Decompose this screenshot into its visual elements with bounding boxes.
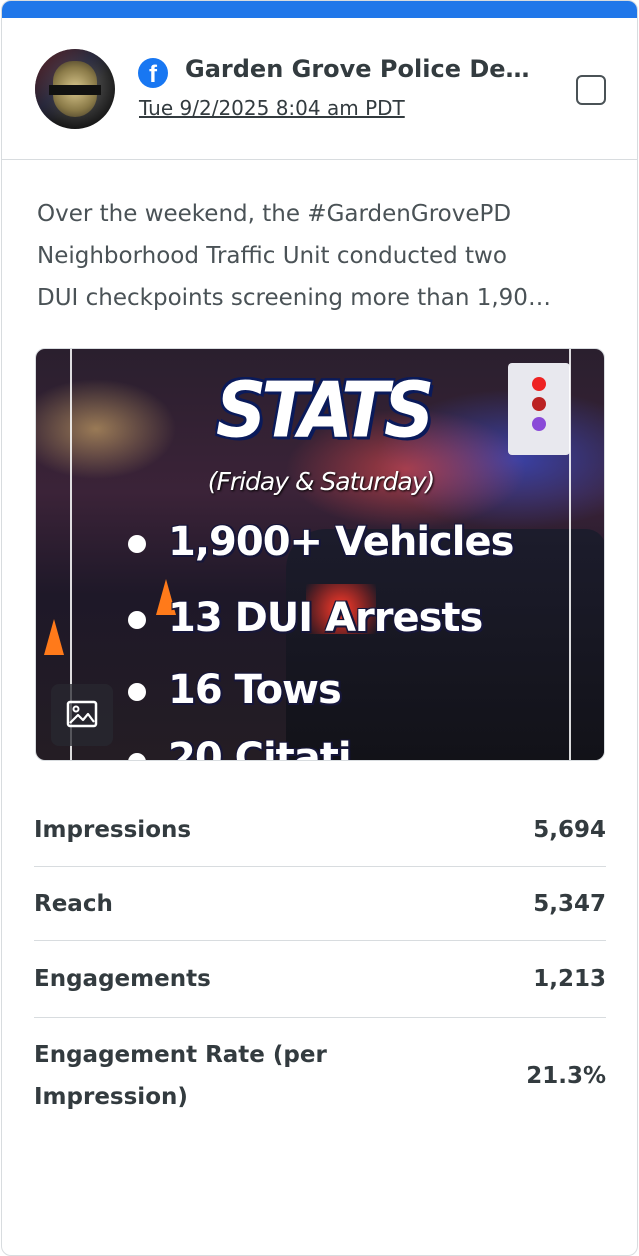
facebook-icon: f xyxy=(138,58,168,88)
media-type-badge xyxy=(51,684,113,746)
image-stat-line: 1,900+ Vehicles xyxy=(168,519,514,565)
traffic-cone xyxy=(44,619,64,655)
image-stat-line: 20 Citati xyxy=(168,735,352,761)
bullet xyxy=(128,611,146,629)
bullet xyxy=(128,753,146,760)
post-metrics: Impressions 5,694 Reach 5,347 Engagement… xyxy=(34,793,606,1134)
metric-row-engagement-rate: Engagement Rate (per Impression) 21.3% xyxy=(34,1018,606,1134)
caption-line: DUI checkpoints screening more than 1,90… xyxy=(37,285,551,311)
image-icon xyxy=(66,700,98,728)
image-stat-line: 16 Tows xyxy=(168,667,342,713)
metric-row-impressions: Impressions 5,694 xyxy=(34,793,606,867)
bullet xyxy=(128,535,146,553)
caption-line: Neighborhood Traffic Unit conducted two xyxy=(37,243,507,269)
metric-value: 5,694 xyxy=(533,816,606,843)
frame-line xyxy=(569,349,571,760)
metric-label: Reach xyxy=(34,890,113,917)
metric-row-reach: Reach 5,347 xyxy=(34,867,606,941)
bullet xyxy=(128,683,146,701)
select-post-checkbox[interactable] xyxy=(576,75,606,105)
metric-label: Impressions xyxy=(34,816,192,843)
image-subtitle: (Friday & Saturday) xyxy=(207,467,436,496)
post-timestamp-link[interactable]: Tue 9/2/2025 8:04 am PDT xyxy=(139,96,405,120)
post-image[interactable]: STATS (Friday & Saturday) 1,900+ Vehicle… xyxy=(35,348,605,761)
metric-value: 1,213 xyxy=(533,966,606,992)
avatar[interactable] xyxy=(35,49,115,129)
caption-line: Over the weekend, the #GardenGrovePD xyxy=(37,201,512,227)
metric-value: 21.3% xyxy=(526,1063,606,1089)
metric-label: Engagements xyxy=(34,966,211,992)
accent-bar xyxy=(2,1,637,18)
metric-label: Engagement Rate (per Impression) xyxy=(34,1042,327,1110)
image-title: STATS xyxy=(216,364,434,456)
metric-value: 5,347 xyxy=(533,890,606,917)
traffic-signal-sign xyxy=(508,363,570,455)
post-caption: Over the weekend, the #GardenGrovePD Nei… xyxy=(37,193,609,319)
post-header: f Garden Grove Police De… Tue 9/2/2025 8… xyxy=(2,18,637,160)
image-stat-line: 13 DUI Arrests xyxy=(168,595,483,641)
page-name[interactable]: Garden Grove Police De… xyxy=(185,55,555,83)
metric-row-engagements: Engagements 1,213 xyxy=(34,941,606,1018)
